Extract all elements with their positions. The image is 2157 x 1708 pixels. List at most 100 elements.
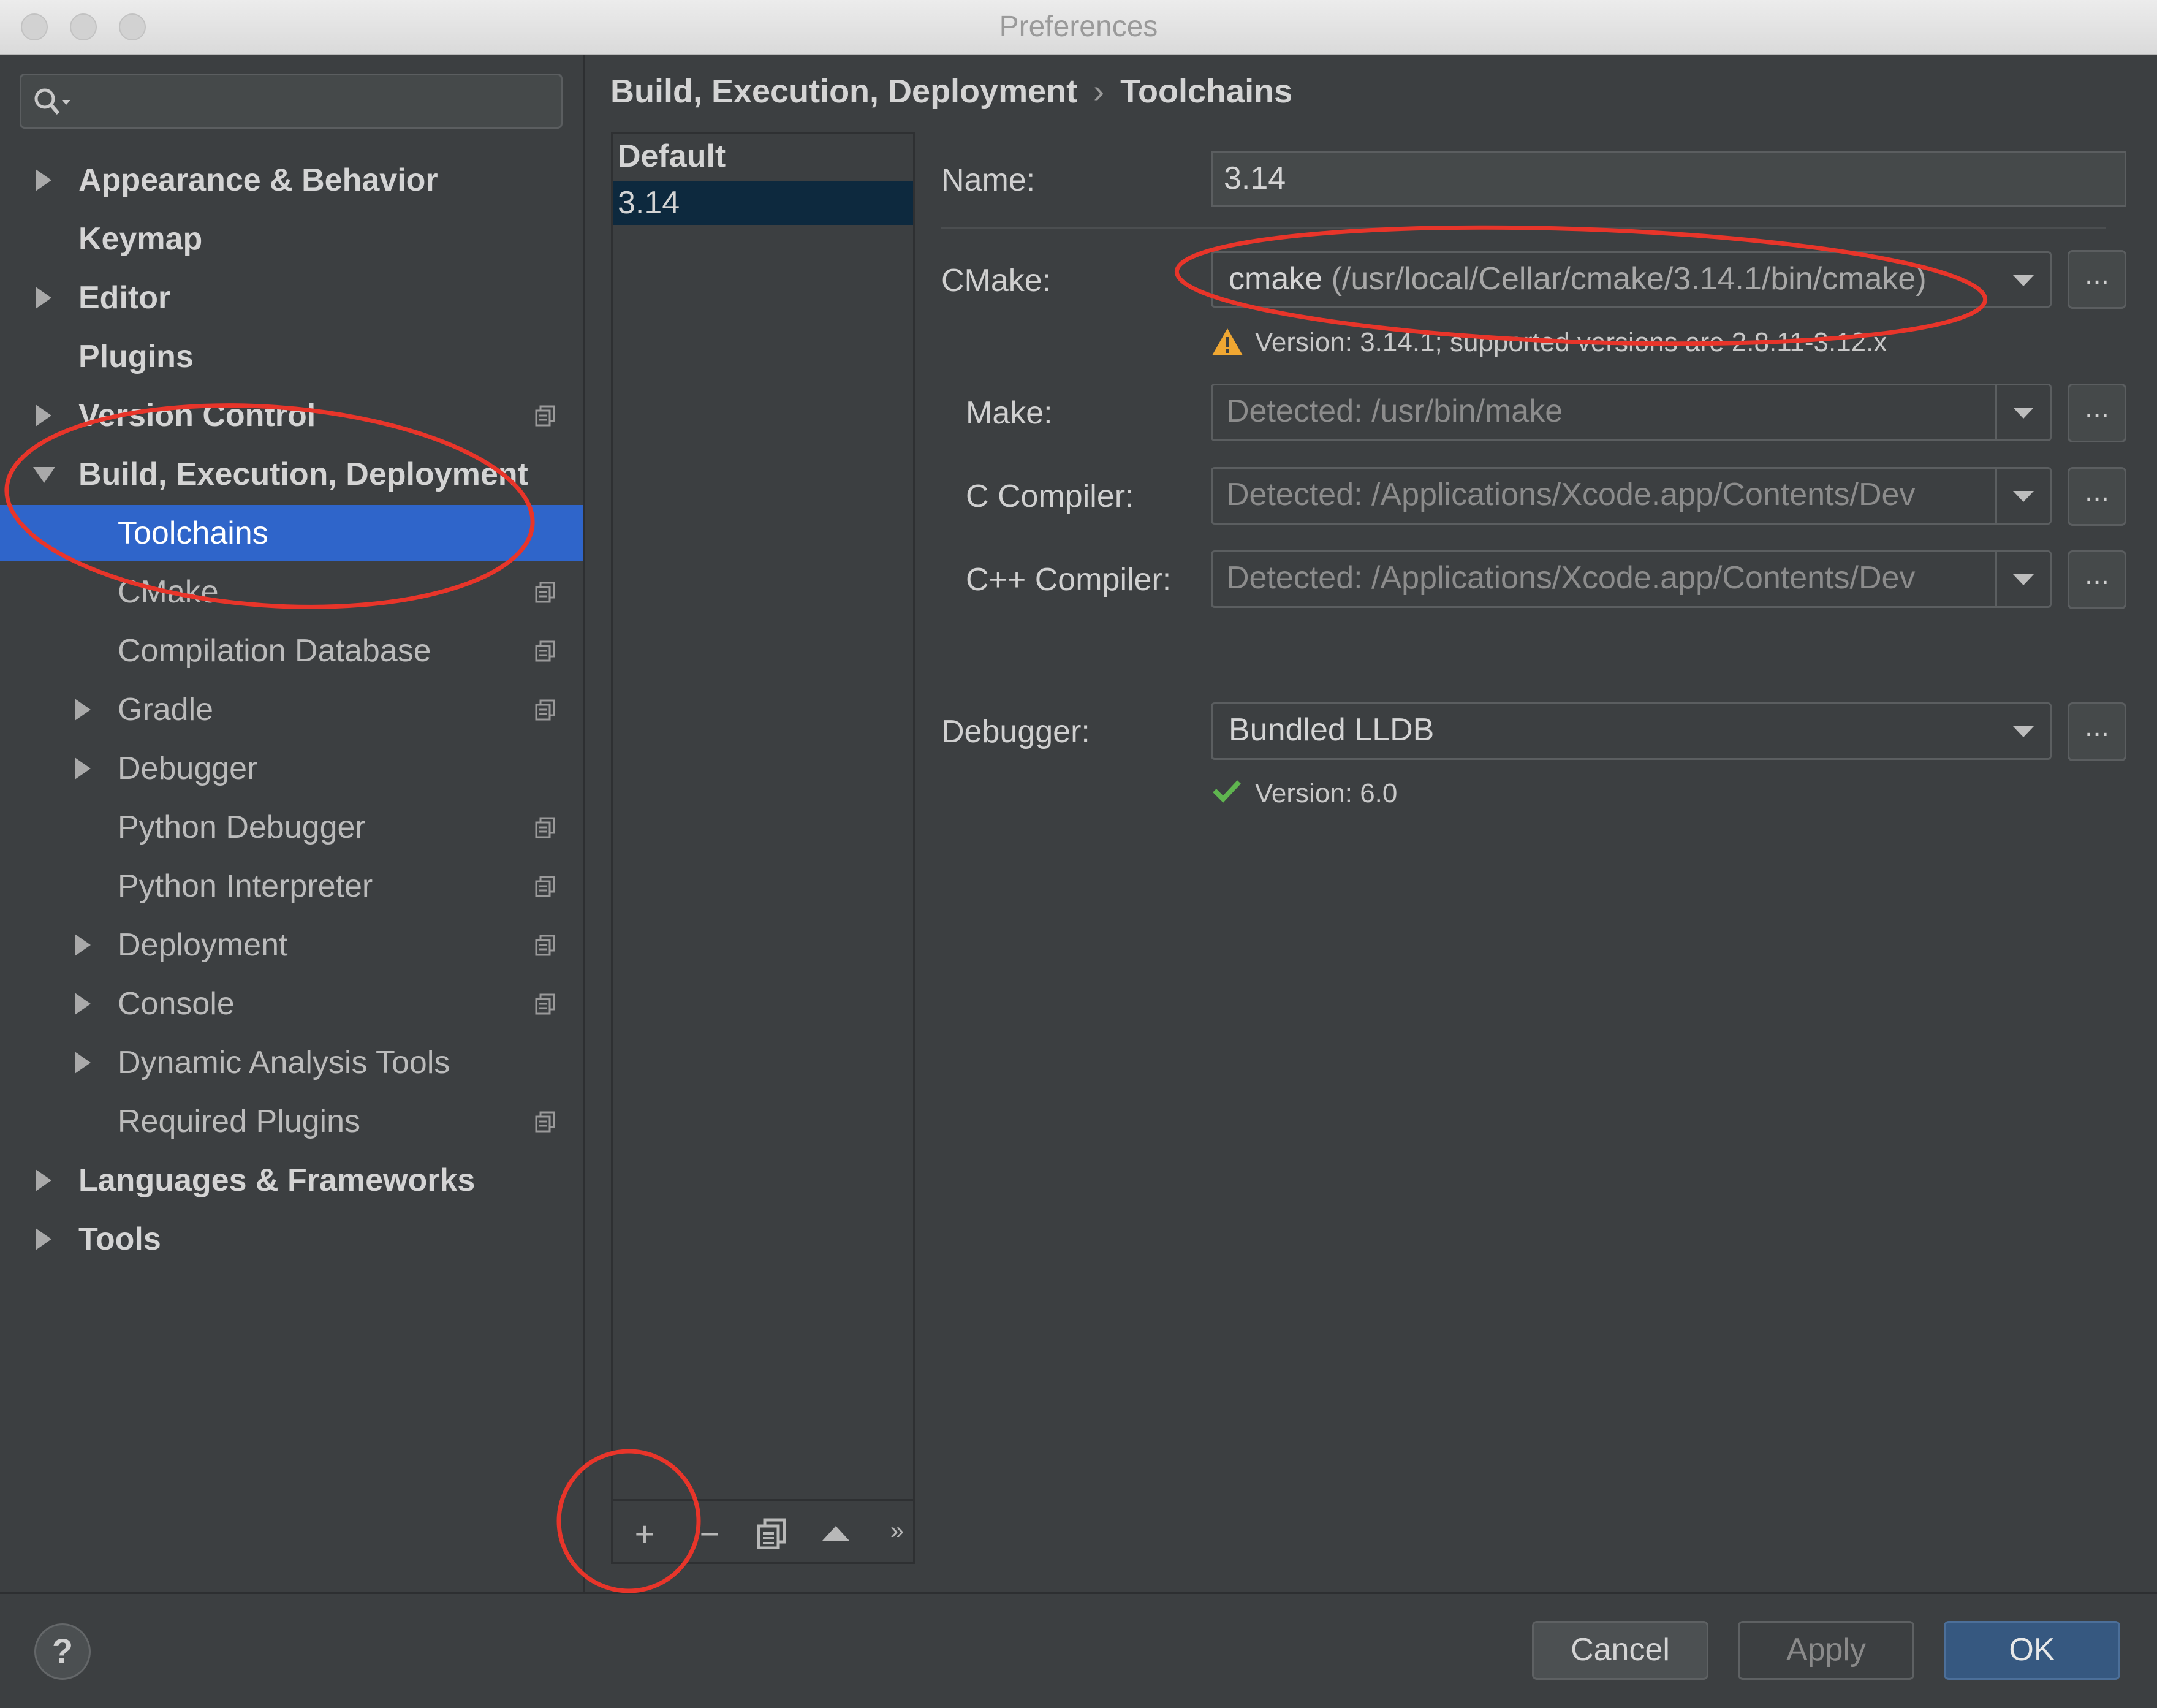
sidebar-item-label: Toolchains: [118, 515, 268, 551]
debugger-label: Debugger:: [941, 714, 1090, 750]
preferences-window: Preferences Appearance & Behavior Keymap…: [0, 0, 2157, 1708]
cpp-compiler-browse-button[interactable]: ...: [2068, 550, 2126, 609]
expand-arrow-icon[interactable]: [36, 1169, 51, 1191]
cmake-version-warning: Version: 3.14.1; supported versions are …: [1255, 327, 1887, 357]
make-value: Detected: /usr/bin/make: [1226, 393, 1563, 429]
cpp-compiler-label: C++ Compiler:: [966, 562, 1172, 598]
project-settings-icon: [535, 582, 555, 603]
chevron-down-icon[interactable]: [1997, 253, 2050, 306]
sidebar-item-label: Console: [118, 986, 235, 1022]
sidebar-item-languages-frameworks[interactable]: Languages & Frameworks: [0, 1152, 583, 1209]
expand-arrow-icon[interactable]: [75, 699, 91, 721]
sidebar-item-debugger[interactable]: Debugger: [0, 740, 583, 797]
make-select[interactable]: Detected: /usr/bin/make: [1211, 384, 2052, 441]
project-settings-icon: [535, 817, 555, 838]
more-actions-button[interactable]: »: [879, 1513, 915, 1549]
expand-arrow-icon[interactable]: [75, 1052, 91, 1074]
sidebar-item-label: Languages & Frameworks: [78, 1163, 476, 1198]
sidebar-item-label: Keymap: [78, 221, 203, 257]
sidebar-item-version-control[interactable]: Version Control: [0, 387, 583, 444]
sidebar-item-keymap[interactable]: Keymap: [0, 211, 583, 267]
sidebar-item-dynamic-analysis-tools[interactable]: Dynamic Analysis Tools: [0, 1034, 583, 1091]
project-settings-icon: [535, 699, 555, 721]
toolchain-list-header: Default: [618, 139, 726, 174]
project-settings-icon: [535, 876, 555, 897]
debugger-browse-button[interactable]: ...: [2068, 702, 2126, 761]
sidebar-item-tools[interactable]: Tools: [0, 1211, 583, 1267]
sidebar-item-label: Python Interpreter: [118, 868, 373, 904]
sidebar-item-build-execution-deployment[interactable]: Build, Execution, Deployment: [0, 446, 583, 503]
project-settings-icon: [535, 993, 555, 1015]
copy-icon: [757, 1518, 786, 1549]
remove-toolchain-button[interactable]: −: [691, 1514, 728, 1553]
debugger-value: Bundled LLDB: [1229, 712, 1435, 748]
move-up-icon: [822, 1526, 849, 1541]
sidebar-item-cmake[interactable]: CMake: [0, 564, 583, 620]
sidebar-item-appearance-behavior[interactable]: Appearance & Behavior: [0, 152, 583, 208]
copy-toolchain-button[interactable]: [754, 1515, 790, 1552]
sidebar-item-gradle[interactable]: Gradle: [0, 681, 583, 738]
sidebar-item-label: Python Debugger: [118, 810, 366, 845]
project-settings-icon: [535, 935, 555, 956]
collapse-arrow-icon[interactable]: [33, 467, 55, 483]
sidebar-item-editor[interactable]: Editor: [0, 270, 583, 326]
window-title: Preferences: [999, 10, 1158, 43]
settings-search-input[interactable]: [20, 74, 563, 129]
expand-arrow-icon[interactable]: [75, 934, 91, 956]
breadcrumb-current: Toolchains: [1120, 73, 1293, 110]
sidebar-item-deployment[interactable]: Deployment: [0, 917, 583, 973]
title-bar: Preferences: [0, 0, 2157, 55]
add-toolchain-button[interactable]: +: [626, 1514, 663, 1553]
cmake-label: CMake:: [941, 263, 1052, 298]
cmake-path: (/usr/local/Cellar/cmake/3.14.1/bin/cmak…: [1331, 261, 1927, 297]
search-icon: [34, 88, 70, 115]
project-settings-icon: [535, 405, 555, 427]
sidebar-item-required-plugins[interactable]: Required Plugins: [0, 1093, 583, 1150]
sidebar-item-label: Deployment: [118, 927, 288, 963]
c-compiler-browse-button[interactable]: ...: [2068, 467, 2126, 526]
chevron-down-icon[interactable]: [1995, 385, 2050, 439]
sidebar-item-label: Plugins: [78, 339, 194, 374]
project-settings-icon: [535, 1111, 555, 1133]
toolchain-list-item[interactable]: 3.14: [613, 181, 913, 225]
expand-arrow-icon[interactable]: [36, 1228, 51, 1250]
sidebar-item-console[interactable]: Console: [0, 976, 583, 1032]
debugger-select[interactable]: Bundled LLDB: [1211, 702, 2052, 760]
help-button[interactable]: ?: [34, 1623, 91, 1680]
sidebar-item-toolchains[interactable]: Toolchains: [0, 505, 583, 561]
name-input[interactable]: 3.14: [1211, 151, 2126, 207]
breadcrumb-separator: ›: [1093, 73, 1105, 110]
make-browse-button[interactable]: ...: [2068, 384, 2126, 442]
cmake-browse-button[interactable]: ...: [2068, 250, 2126, 309]
sidebar-item-label: Editor: [78, 280, 171, 316]
ok-button[interactable]: OK: [1944, 1621, 2120, 1680]
settings-sidebar: Appearance & Behavior Keymap Editor Plug…: [0, 55, 585, 1592]
expand-arrow-icon[interactable]: [36, 404, 51, 427]
move-up-button[interactable]: [817, 1515, 854, 1552]
expand-arrow-icon[interactable]: [36, 287, 51, 309]
checkmark-icon: [1213, 780, 1241, 803]
chevron-down-icon[interactable]: [1997, 704, 2050, 758]
c-compiler-select[interactable]: Detected: /Applications/Xcode.app/Conten…: [1211, 467, 2052, 525]
form-separator: [941, 227, 2106, 229]
apply-button[interactable]: Apply: [1738, 1621, 1914, 1680]
sidebar-item-label: Required Plugins: [118, 1104, 361, 1139]
expand-arrow-icon[interactable]: [75, 993, 91, 1015]
expand-arrow-icon[interactable]: [75, 757, 91, 780]
sidebar-item-label: Debugger: [118, 751, 258, 786]
cancel-button[interactable]: Cancel: [1532, 1621, 1708, 1680]
sidebar-item-python-debugger[interactable]: Python Debugger: [0, 799, 583, 856]
sidebar-item-label: Tools: [78, 1221, 161, 1257]
sidebar-item-plugins[interactable]: Plugins: [0, 328, 583, 385]
sidebar-item-label: Appearance & Behavior: [78, 162, 438, 198]
cpp-compiler-select[interactable]: Detected: /Applications/Xcode.app/Conten…: [1211, 550, 2052, 608]
sidebar-item-python-interpreter[interactable]: Python Interpreter: [0, 858, 583, 914]
chevron-down-icon[interactable]: [1995, 469, 2050, 523]
chevron-down-icon[interactable]: [1995, 552, 2050, 606]
expand-arrow-icon[interactable]: [36, 169, 51, 191]
breadcrumb-parent[interactable]: Build, Execution, Deployment: [610, 73, 1077, 110]
cmake-select[interactable]: cmake (/usr/local/Cellar/cmake/3.14.1/bi…: [1211, 251, 2052, 308]
sidebar-item-compilation-database[interactable]: Compilation Database: [0, 623, 583, 679]
c-compiler-value: Detected: /Applications/Xcode.app/Conten…: [1226, 477, 1916, 512]
cmake-value: cmake: [1229, 261, 1323, 297]
